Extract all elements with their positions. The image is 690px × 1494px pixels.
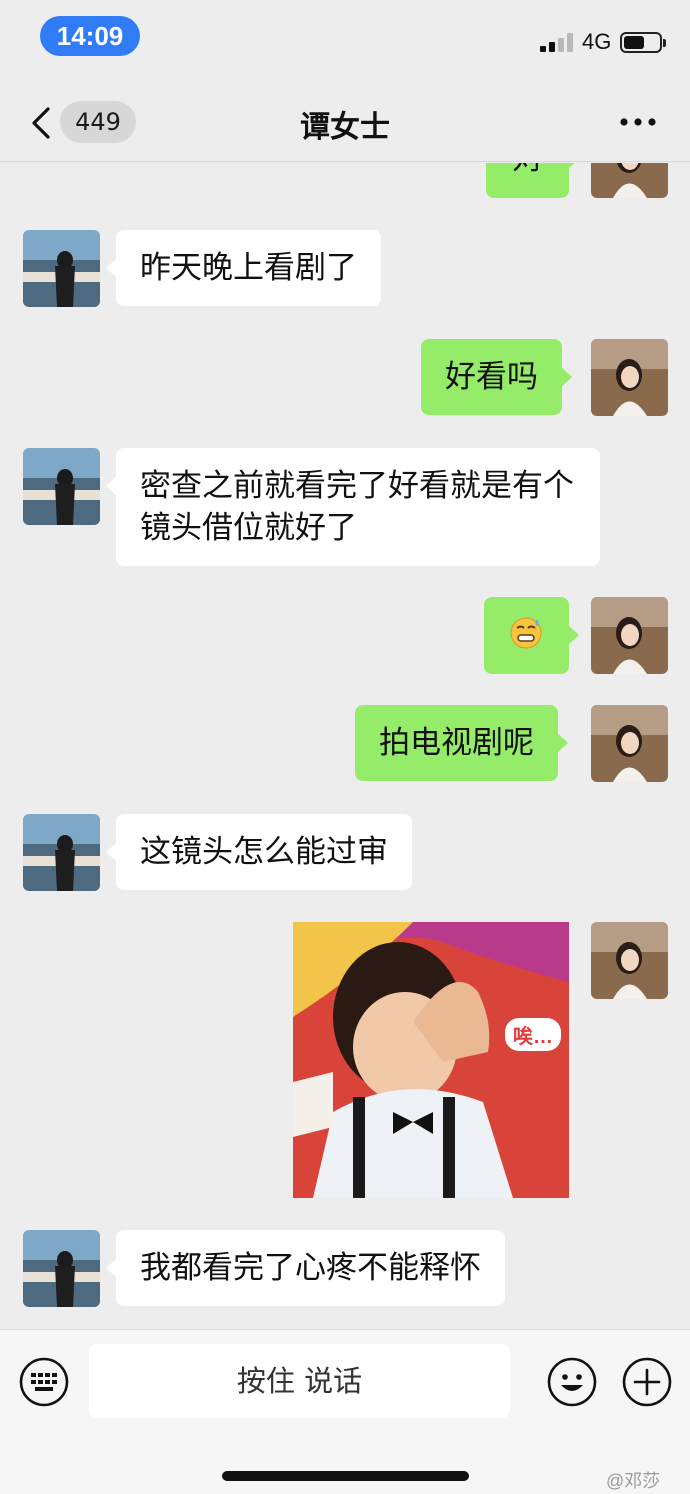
sweat-smile-emoji-icon <box>510 617 542 649</box>
sticker-caption: 唉… <box>505 1018 561 1051</box>
message-text: 好看吗 <box>445 359 538 395</box>
keyboard-icon <box>19 1357 69 1407</box>
message-text: 昨天晚上看剧了 <box>140 250 357 286</box>
unread-count-badge: 449 <box>60 101 136 143</box>
back-button[interactable]: 449 <box>22 98 142 148</box>
message-bubble-in[interactable]: 我都看完了心疼不能释怀 <box>106 1230 505 1306</box>
emoji-button[interactable] <box>546 1356 598 1412</box>
smiley-icon <box>547 1357 597 1407</box>
battery-icon <box>620 32 666 53</box>
contact-avatar[interactable] <box>23 448 100 525</box>
plus-icon <box>622 1357 672 1407</box>
battery-level <box>624 36 644 49</box>
status-bar: 14:09 4G <box>0 0 690 80</box>
message-bubble-in[interactable]: 这镜头怎么能过审 <box>106 814 412 890</box>
my-avatar[interactable] <box>591 339 668 416</box>
message-text: 拍电视剧呢 <box>379 725 534 761</box>
status-time: 14:09 <box>40 16 140 56</box>
message-bubble-out[interactable]: 拍电视剧呢 <box>355 705 568 781</box>
facepalm-boy-sticker <box>293 922 569 1198</box>
sticker-image[interactable]: 唉… <box>293 922 569 1198</box>
my-avatar[interactable] <box>591 597 668 674</box>
message-bubble-in[interactable]: 昨天晚上看剧了 <box>106 230 381 306</box>
more-button[interactable] <box>612 104 664 140</box>
message-bubble-in[interactable]: 密查之前就看完了好看就是有个镜头借位就好了 <box>106 448 600 566</box>
contact-avatar[interactable] <box>23 814 100 891</box>
contact-avatar[interactable] <box>23 1230 100 1307</box>
contact-avatar[interactable] <box>23 230 100 307</box>
more-actions-button[interactable] <box>621 1356 673 1412</box>
message-bubble-out[interactable] <box>484 597 579 674</box>
message-bubble-out[interactable]: 对 <box>486 163 579 198</box>
chevron-left-icon <box>32 107 50 139</box>
message-text: 对 <box>512 163 543 177</box>
my-avatar[interactable] <box>591 705 668 782</box>
hold-to-talk-button[interactable]: 按住 说话 <box>89 1344 510 1418</box>
network-type: 4G <box>582 29 612 54</box>
watermark: @邓莎 <box>606 1471 661 1491</box>
chat-header: 449 谭女士 <box>0 80 690 162</box>
input-bar: 按住 说话 @邓莎 <box>0 1329 690 1494</box>
message-text: 我都看完了心疼不能释怀 <box>140 1250 481 1286</box>
my-avatar[interactable] <box>591 922 668 999</box>
message-text: 密查之前就看完了好看就是有个镜头借位就好了 <box>140 468 574 546</box>
page-title: 谭女士 <box>300 110 390 145</box>
voice-keyboard-toggle[interactable] <box>18 1356 70 1412</box>
my-avatar[interactable] <box>591 163 668 198</box>
home-indicator[interactable] <box>222 1471 469 1481</box>
message-text: 这镜头怎么能过审 <box>140 834 388 870</box>
chat-messages[interactable]: 对 昨天晚上看剧了 好看吗 密查之前就看完了好看就是有个镜头借位就好了 <box>0 163 690 1329</box>
signal-icon <box>540 32 576 52</box>
more-dots-icon <box>620 118 656 126</box>
message-bubble-out[interactable]: 好看吗 <box>421 339 572 415</box>
